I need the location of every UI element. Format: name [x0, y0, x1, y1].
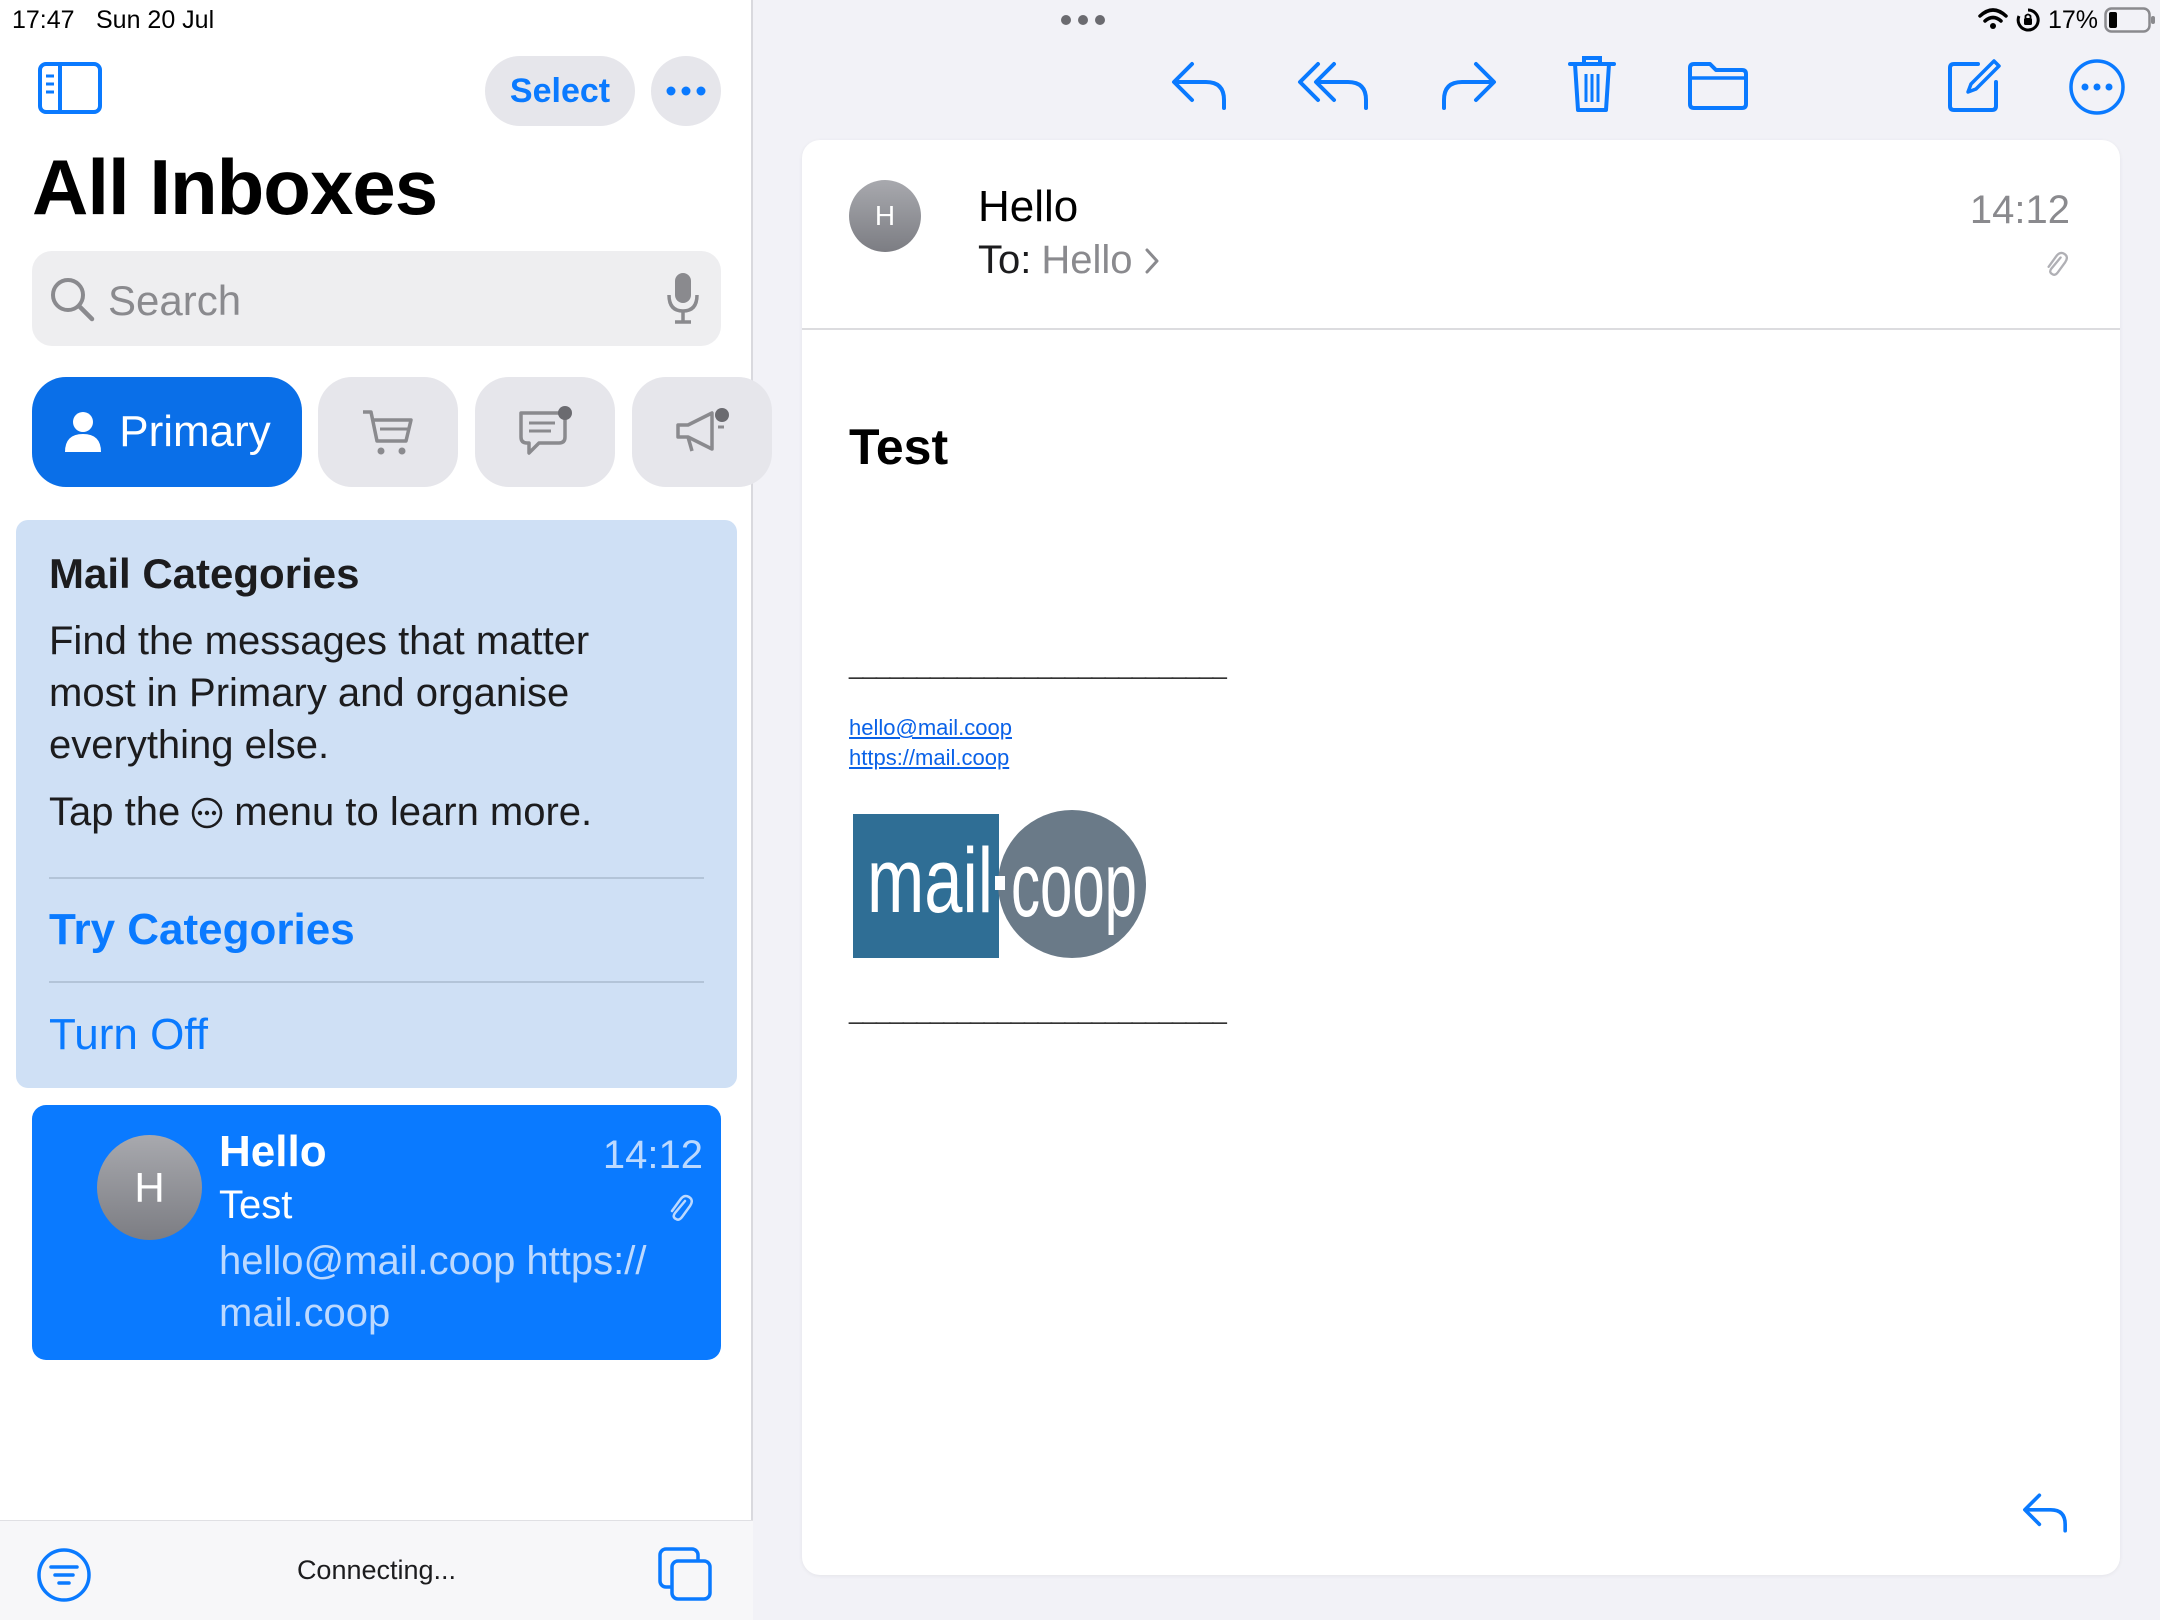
website-link[interactable]: https://mail.coop: [849, 745, 1009, 771]
connection-status: Connecting...: [296, 1555, 457, 1585]
search-field[interactable]: Search: [32, 251, 721, 346]
hint-prefix: Tap the: [49, 790, 181, 834]
categories-card-hint: Tap the menu to learn more.: [49, 790, 592, 835]
body-subject: Test: [849, 419, 949, 475]
tab-transactions[interactable]: [475, 377, 615, 487]
page-title: All Inboxes: [32, 143, 438, 231]
hint-suffix: menu to learn more.: [234, 790, 593, 834]
message-preview: hello@mail.coop https:// mail.coop: [219, 1239, 647, 1335]
divider: [49, 877, 704, 879]
chat-icon: [519, 406, 572, 455]
ellipsis-icon: [666, 86, 706, 96]
compose-icon[interactable]: [1944, 56, 2004, 116]
sidebar-toggle-icon[interactable]: [38, 62, 102, 114]
ellipsis-circle-icon: [191, 797, 223, 828]
to-label: To:: [978, 238, 1032, 282]
orientation-lock-icon: [2016, 8, 2040, 32]
try-categories-button[interactable]: Try Categories: [49, 905, 355, 955]
status-time: 17:47: [12, 6, 75, 34]
forward-icon[interactable]: [1438, 58, 1500, 114]
header-divider: [802, 328, 2120, 330]
more-options-button[interactable]: [651, 56, 721, 126]
tab-shopping[interactable]: [318, 377, 458, 487]
select-button[interactable]: Select: [485, 56, 635, 126]
microphone-icon[interactable]: [665, 271, 701, 325]
reply-all-icon[interactable]: [1296, 58, 1372, 114]
person-icon: [65, 412, 102, 452]
to-value: Hello: [1041, 238, 1133, 282]
tab-primary-label: Primary: [119, 407, 271, 456]
mail-coop-logo[interactable]: mail coop: [851, 810, 1147, 960]
trash-icon[interactable]: [1566, 52, 1618, 116]
detail-sender[interactable]: Hello: [978, 182, 1078, 232]
message-detail-card: H Hello To: Hello 14:12 Test ___________…: [802, 140, 2120, 1575]
paperclip-icon: [2047, 251, 2068, 276]
detail-recipients[interactable]: To: Hello: [978, 238, 1161, 283]
detail-time: 14:12: [1969, 188, 2070, 232]
mail-categories-card: Mail Categories Find the messages that m…: [16, 520, 737, 1088]
windows-icon[interactable]: [656, 1545, 714, 1603]
megaphone-icon: [676, 408, 729, 452]
avatar[interactable]: H: [849, 180, 921, 252]
chevron-right-icon: [1145, 248, 1159, 273]
multitasking-dots-icon[interactable]: [1060, 14, 1106, 26]
tab-promotions[interactable]: [632, 377, 772, 487]
divider: [49, 981, 704, 983]
avatar: H: [97, 1135, 202, 1240]
bottom-toolbar: Connecting...: [0, 1520, 753, 1620]
signature-separator: ____________________________: [849, 995, 1227, 1025]
more-actions-icon[interactable]: [2068, 58, 2126, 116]
turn-off-button[interactable]: Turn Off: [49, 1010, 208, 1060]
search-placeholder: Search: [108, 277, 242, 324]
message-sender: Hello: [219, 1127, 327, 1176]
categories-card-title: Mail Categories: [49, 550, 360, 597]
tab-primary[interactable]: Primary: [32, 377, 302, 487]
status-date: Sun 20 Jul: [96, 6, 215, 34]
categories-card-description: Find the messages that matter most in Pr…: [49, 619, 590, 767]
signature-separator: ____________________________: [849, 650, 1227, 680]
reply-icon[interactable]: [1168, 58, 1230, 114]
search-icon: [51, 278, 95, 322]
paperclip-icon: [670, 1194, 693, 1221]
logo-text-left: mail: [867, 830, 993, 932]
email-link[interactable]: hello@mail.coop: [849, 715, 1012, 741]
message-time: 14:12: [602, 1133, 703, 1177]
message-list-item[interactable]: H Hello 14:12 Test hello@mail.coop https…: [32, 1105, 721, 1360]
battery-icon: [2104, 7, 2155, 33]
cart-icon: [363, 410, 413, 455]
battery-percentage: 17%: [2048, 6, 2099, 34]
message-subject: Test: [219, 1183, 293, 1227]
reply-icon[interactable]: [2020, 1490, 2070, 1536]
folder-icon[interactable]: [1686, 60, 1750, 112]
mailbox-list-pane: 17:47 Sun 20 Jul Select All Inboxes Sear…: [0, 0, 772, 1620]
logo-text-right: coop: [1011, 834, 1137, 936]
wifi-icon: [1978, 8, 2008, 29]
